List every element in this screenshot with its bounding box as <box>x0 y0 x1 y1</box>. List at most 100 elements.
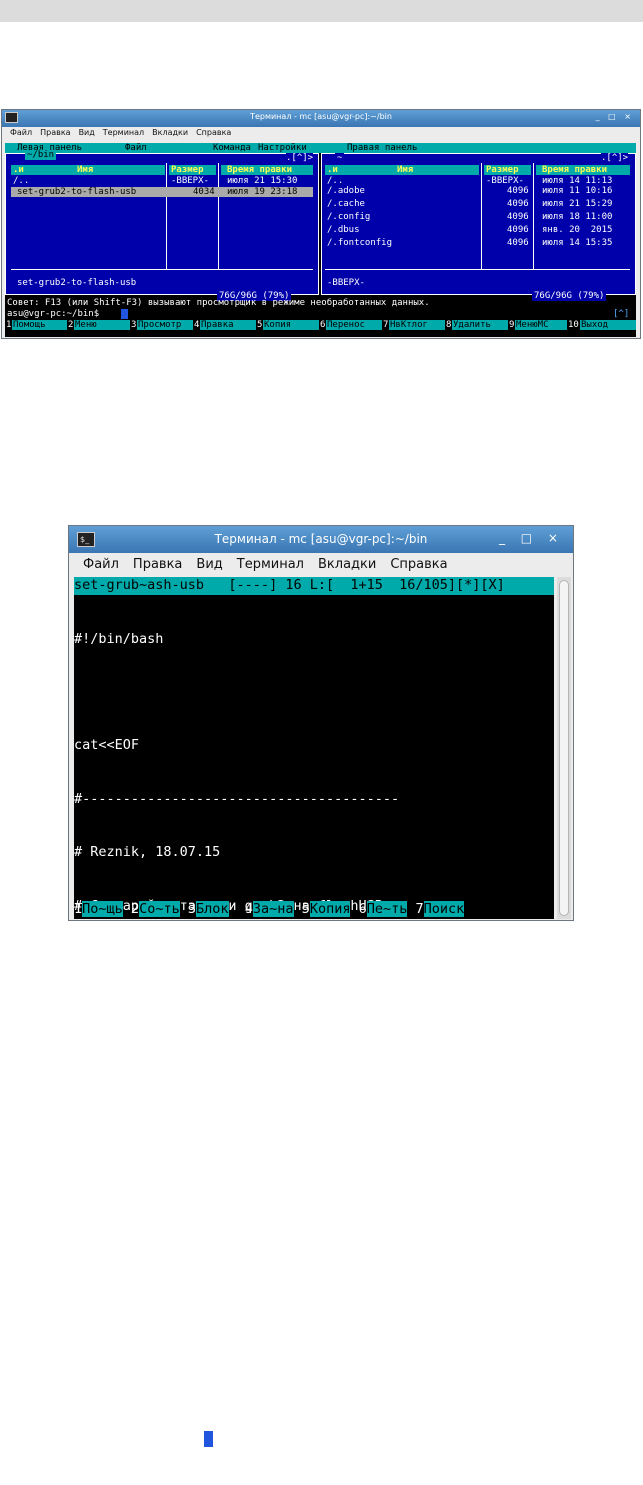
left-mini-divider <box>11 269 313 270</box>
right-row-size: -ВВЕРХ- <box>486 176 524 186</box>
editor-line-current[interactable]: xpat="/dev/sdc1" <box>74 1431 554 1449</box>
editor-line[interactable]: # xdev - устройство flashUSB <box>74 1058 554 1076</box>
left-row-name[interactable]: /.. <box>13 176 29 186</box>
menu-tabs[interactable]: Вкладки <box>152 128 188 137</box>
editor-line[interactable]: xdev="/dev/sdc" <box>74 1378 554 1396</box>
right-row-size: 4096 <box>507 212 529 222</box>
right-mini-status: -ВВЕРХ- <box>327 278 365 288</box>
left-header-time[interactable]: Время правки <box>227 165 292 175</box>
right-row-time: июля 14 11:13 <box>542 176 613 186</box>
fkey-num: 5 <box>256 320 264 330</box>
menu-terminal[interactable]: Терминал <box>237 557 304 572</box>
menu-help[interactable]: Справка <box>196 128 231 137</box>
vertical-scrollbar[interactable] <box>557 577 571 919</box>
fkey-num: 4 <box>193 320 201 330</box>
editor-line[interactable] <box>74 1271 554 1289</box>
fkey-mc-menu[interactable]: МенюMC <box>516 320 549 330</box>
fkey-exit[interactable]: Выход <box>581 320 608 330</box>
fkey-save[interactable]: Со~ть <box>139 901 180 917</box>
editor-line[interactable] <box>74 684 554 702</box>
menu-edit[interactable]: Правка <box>40 128 70 137</box>
editor-line[interactable]: EOF <box>74 1218 554 1236</box>
left-header-sort[interactable]: .и <box>13 165 24 175</box>
right-header-size[interactable]: Размер <box>486 165 519 175</box>
fkey-view[interactable]: Просмотр <box>138 320 181 330</box>
shell-prompt: asu@vgr-pc:~/bin$ <box>7 309 100 319</box>
editor-status-line: set-grub~ash-usb [----] 16 L:[ 1+15 16/1… <box>74 577 554 595</box>
fkey-mkdir[interactable]: НвКтлог <box>390 320 428 330</box>
mc-menu-command[interactable]: Команда <box>213 143 251 153</box>
title-bar[interactable]: Терминал - mc [asu@vgr-pc]:~/bin _ □ × <box>2 110 640 127</box>
left-row-name[interactable]: set-grub2-to-flash-usb <box>17 187 136 197</box>
menu-view[interactable]: Вид <box>79 128 95 137</box>
right-row-name[interactable]: /.config <box>327 212 370 222</box>
editor-line[interactable]: #!/bin/bash <box>74 631 554 649</box>
menu-help[interactable]: Справка <box>390 557 447 572</box>
menu-edit[interactable]: Правка <box>133 557 182 572</box>
window-title: Терминал - mc [asu@vgr-pc]:~/bin <box>250 112 392 121</box>
menu-view[interactable]: Вид <box>196 557 222 572</box>
fkey-delete[interactable]: Удалить <box>453 320 491 330</box>
fkey-help[interactable]: По~щь <box>82 901 123 917</box>
mc-menu-file[interactable]: Файл <box>125 143 147 153</box>
left-row-time: июля 21 15:30 <box>227 176 298 186</box>
prompt-corner[interactable]: [^] <box>613 309 629 319</box>
window-controls[interactable]: _ □ × <box>499 531 564 545</box>
fkey-help[interactable]: Помощь <box>13 320 46 330</box>
menu-bar: Файл Правка Вид Терминал Вкладки Справка <box>2 128 231 141</box>
menu-tabs[interactable]: Вкладки <box>318 557 376 572</box>
fkey-num: 7 <box>382 320 390 330</box>
menu-terminal[interactable]: Терминал <box>103 128 144 137</box>
menu-file[interactable]: Файл <box>10 128 32 137</box>
editor-fkey-bar: 1По~щь 2Со~ть 3Блок 4За~на 5Копия 6Пе~ть… <box>74 899 554 919</box>
window-controls[interactable]: _ □ × <box>596 112 634 121</box>
fkey-copy[interactable]: Копия <box>264 320 291 330</box>
left-header-size[interactable]: Размер <box>171 165 204 175</box>
fkey-replace[interactable]: За~на <box>252 901 294 917</box>
window-title: Терминал - mc [asu@vgr-pc]:~/bin <box>214 532 428 546</box>
right-row-name[interactable]: /.fontconfig <box>327 238 392 248</box>
editor-line[interactable]: # xpat - раздел ФС, куда устанавливается… <box>74 1111 554 1129</box>
fkey-num: 3 <box>130 320 138 330</box>
editor-text[interactable]: #!/bin/bash cat<<EOF #------------------… <box>74 595 554 1485</box>
prompt-cursor[interactable] <box>121 309 128 319</box>
right-col-divider <box>481 163 482 269</box>
mc-menu-settings[interactable]: Настройки <box>258 143 307 153</box>
right-row-name[interactable]: /.cache <box>327 199 365 209</box>
fkey-move[interactable]: Пе~ть <box>366 901 408 917</box>
scrollbar-thumb[interactable] <box>559 580 569 916</box>
right-row-name[interactable]: /.. <box>327 176 343 186</box>
right-header-name[interactable]: Имя <box>397 165 413 175</box>
fkey-move[interactable]: Перенос <box>327 320 365 330</box>
mc-menu-right-panel[interactable]: Правая панель <box>347 143 417 153</box>
fkey-menu[interactable]: Меню <box>75 320 97 330</box>
fkey-search[interactable]: Поиск <box>423 901 465 917</box>
right-col-divider <box>533 163 534 269</box>
left-header-name[interactable]: Имя <box>77 165 93 175</box>
fkey-edit[interactable]: Правка <box>201 320 234 330</box>
editor-line[interactable]: #--------------------------------------- <box>74 1165 554 1183</box>
fkey-block[interactable]: Блок <box>195 901 229 917</box>
editor-line[interactable]: xpat="/dev/sdc1" <box>74 1432 204 1448</box>
right-row-name[interactable]: /.dbus <box>327 225 360 235</box>
editor-line[interactable]: cat<<EOF <box>74 737 554 755</box>
right-header-sort[interactable]: .и <box>327 165 338 175</box>
right-header-time[interactable]: Время правки <box>542 165 607 175</box>
editor-line[interactable]: # Reznik, 18.07.15 <box>74 844 554 862</box>
terminal-area[interactable]: Левая панель Файл Команда Настройки Прав… <box>5 143 636 337</box>
left-mini-status: set-grub2-to-flash-usb <box>17 278 137 288</box>
editor-line[interactable]: #--------------------------------------- <box>74 791 554 809</box>
editor-line[interactable]: #--------------------------------------- <box>74 951 554 969</box>
right-row-time: июля 18 11:00 <box>542 212 613 222</box>
fkey-num: 4 <box>244 901 253 917</box>
fkey-num: 10 <box>567 320 580 330</box>
right-panel-corner[interactable]: .[^]> <box>601 153 629 163</box>
right-row-name[interactable]: /.adobe <box>327 186 365 196</box>
title-bar[interactable]: $_ Терминал - mc [asu@vgr-pc]:~/bin _ □ … <box>69 526 573 553</box>
left-panel-corner[interactable]: .[^]> <box>286 153 314 163</box>
editor-terminal-area[interactable]: set-grub~ash-usb [----] 16 L:[ 1+15 16/1… <box>74 577 554 1448</box>
editor-line[interactable]: # Место определения устройств <box>74 1325 554 1343</box>
menu-file[interactable]: Файл <box>83 557 119 572</box>
editor-line[interactable]: # Установи правильно устройства: <box>74 1004 554 1022</box>
fkey-copy[interactable]: Копия <box>309 901 351 917</box>
